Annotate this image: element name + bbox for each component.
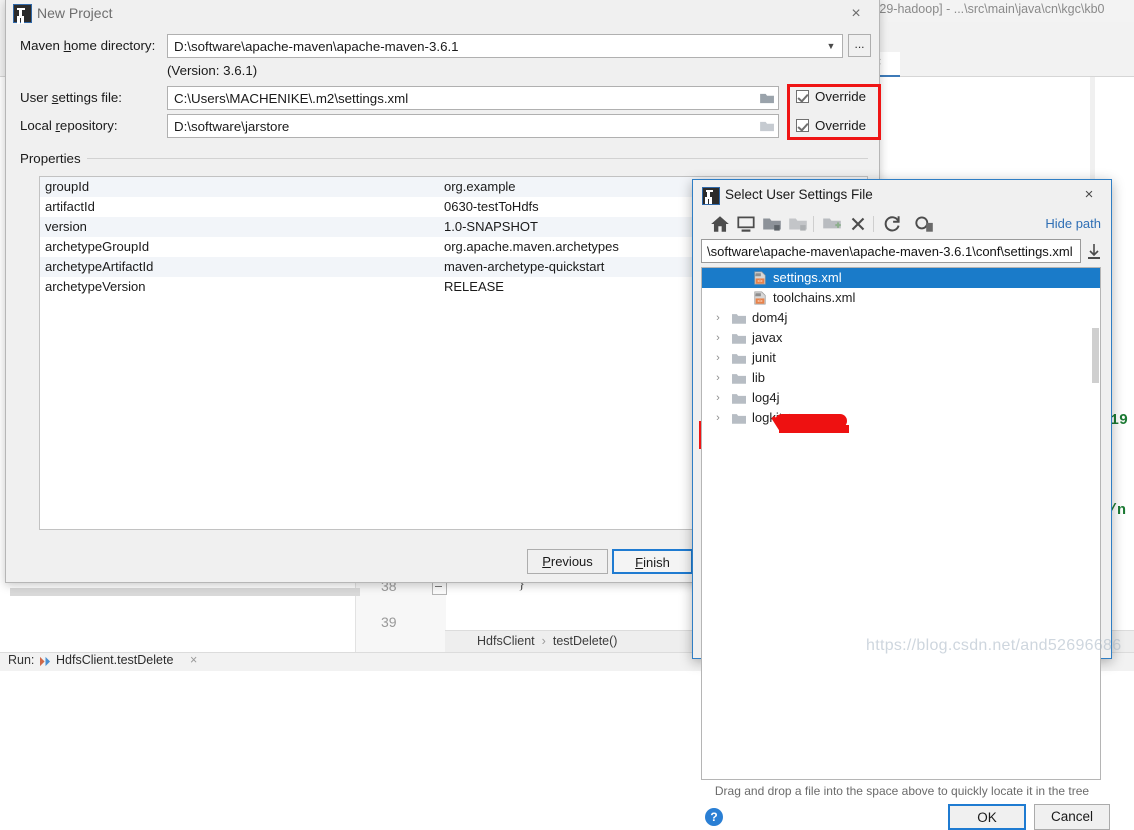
file-tree-row[interactable]: › junit (702, 348, 1100, 368)
breadcrumb-method[interactable]: testDelete() (553, 634, 618, 648)
close-icon[interactable]: × (190, 653, 197, 667)
editor-green-text: 19 (1110, 412, 1129, 429)
chevron-right-icon[interactable]: › (712, 408, 724, 428)
select-file-title-bar: Select User Settings File × (693, 180, 1111, 210)
finish-button[interactable]: Finish (612, 549, 693, 574)
properties-section-title: Properties (20, 151, 87, 166)
file-tree-row[interactable]: <> toolchains.xml (702, 288, 1100, 308)
path-history-dropdown-icon[interactable] (1086, 241, 1102, 261)
run-config-name[interactable]: HdfsClient.testDelete (56, 653, 173, 667)
file-chooser-toolbar: Hide path (693, 210, 1111, 238)
property-key: archetypeVersion (45, 279, 146, 294)
new-folder-icon[interactable] (821, 213, 843, 235)
delete-icon[interactable] (847, 213, 869, 235)
file-tree-label: toolchains.xml (773, 290, 856, 305)
intellij-logo-icon (13, 4, 32, 23)
home-icon[interactable] (709, 213, 731, 235)
path-input[interactable]: \software\apache-maven\apache-maven-3.6.… (701, 239, 1081, 263)
ok-button[interactable]: OK (948, 804, 1026, 830)
chevron-right-icon[interactable]: › (712, 368, 724, 388)
show-hidden-files-icon[interactable] (913, 213, 935, 235)
chevron-down-icon[interactable]: ▼ (821, 35, 841, 57)
project-pane-hscrollbar[interactable] (10, 588, 360, 596)
property-value[interactable]: org.apache.maven.archetypes (444, 237, 619, 257)
project-directory-icon[interactable] (761, 213, 783, 235)
property-value[interactable]: org.example (444, 177, 516, 197)
file-tree-label: junit (752, 350, 776, 365)
user-settings-input[interactable]: C:\Users\MACHENIKE\.m2\settings.xml (167, 86, 779, 110)
chevron-right-icon[interactable]: › (712, 328, 724, 348)
toolbar-divider (873, 216, 874, 232)
property-value[interactable]: 1.0-SNAPSHOT (444, 217, 538, 237)
intellij-logo-icon (702, 187, 720, 205)
file-tree-row[interactable]: › logkit (702, 408, 1100, 428)
property-value[interactable]: maven-archetype-quickstart (444, 257, 604, 277)
file-tree-row[interactable]: › lib (702, 368, 1100, 388)
module-directory-icon (789, 218, 807, 231)
previous-button[interactable]: Previous (527, 549, 608, 574)
new-project-title-bar: New Project × (6, 0, 879, 30)
property-key: archetypeGroupId (45, 239, 150, 254)
override-label-local-repository: Override (815, 118, 866, 133)
close-icon[interactable]: × (844, 3, 868, 25)
local-repository-input[interactable]: D:\software\jarstore (167, 114, 779, 138)
file-tree-label: dom4j (752, 310, 788, 325)
file-tree-label: settings.xml (773, 270, 842, 285)
conf-annotation-arrow (771, 413, 793, 432)
maven-version-note: (Version: 3.6.1) (167, 63, 258, 78)
user-settings-label: User settings file: (20, 90, 123, 105)
line-number: 39 (381, 614, 397, 630)
file-tree-label: javax (752, 330, 783, 345)
override-label-user-settings: Override (815, 89, 866, 104)
file-tree-row[interactable]: › log4j (702, 388, 1100, 408)
svg-text:<>: <> (757, 280, 763, 285)
file-tree-vscrollbar[interactable] (1092, 328, 1099, 383)
chevron-right-icon[interactable]: › (712, 348, 724, 368)
property-key: groupId (45, 179, 90, 194)
watermark: https://blog.csdn.net/and52696686 (866, 637, 1122, 654)
svg-text:<>: <> (757, 300, 763, 305)
property-value[interactable]: RELEASE (444, 277, 504, 297)
folder-open-icon[interactable] (760, 92, 775, 104)
property-key: artifactId (45, 199, 95, 214)
chevron-right-icon[interactable]: › (712, 308, 724, 328)
close-icon[interactable]: × (1078, 185, 1100, 205)
cancel-button[interactable]: Cancel (1034, 804, 1110, 830)
dialog-title: Select User Settings File (725, 187, 873, 202)
browse-button[interactable]: ... (848, 34, 871, 57)
file-tree[interactable]: ›commons-codec›commons-collections›commo… (701, 267, 1101, 780)
maven-home-input[interactable]: D:\software\apache-maven\apache-maven-3.… (167, 34, 843, 58)
hide-path-link[interactable]: Hide path (1045, 216, 1101, 231)
file-tree-label: log4j (752, 390, 780, 405)
toolbar-divider (813, 216, 814, 232)
desktop-icon[interactable] (735, 213, 757, 235)
breadcrumb-separator: › (541, 634, 546, 648)
property-value[interactable]: 0630-testToHdfs (444, 197, 539, 217)
path-row: \software\apache-maven\apache-maven-3.6.… (701, 239, 1101, 263)
help-icon[interactable]: ? (705, 808, 723, 826)
file-tree-row[interactable]: › dom4j (702, 308, 1100, 328)
override-checkbox-local-repository[interactable] (796, 119, 809, 132)
file-tree-viewport: ›commons-codec›commons-collections›commo… (702, 268, 1100, 428)
refresh-icon[interactable] (881, 213, 903, 235)
override-checkbox-user-settings[interactable] (796, 90, 809, 103)
folder-open-icon[interactable] (760, 120, 775, 132)
properties-divider (84, 158, 868, 159)
local-repository-label: Local repository: (20, 118, 118, 133)
file-tree-label: lib (752, 370, 766, 385)
chevron-right-icon[interactable]: › (712, 388, 724, 408)
run-config-icon (40, 656, 51, 667)
select-user-settings-file-dialog: Select User Settings File × Hide path \s… (692, 179, 1112, 830)
file-tree-row-selected[interactable]: <> settings.xml (702, 268, 1100, 288)
run-label: Run: (8, 653, 35, 667)
ide-window-title: \0629-hadoop] - ...\src\main\java\cn\kgc… (862, 2, 1105, 16)
drag-drop-hint: Drag and drop a file into the space abov… (714, 784, 1090, 798)
property-key: version (45, 219, 87, 234)
breadcrumb-class[interactable]: HdfsClient (477, 634, 535, 648)
property-key: archetypeArtifactId (45, 259, 154, 274)
dialog-title: New Project (37, 5, 113, 21)
maven-home-label: Maven home directory: (20, 38, 156, 53)
file-tree-row[interactable]: › javax (702, 328, 1100, 348)
